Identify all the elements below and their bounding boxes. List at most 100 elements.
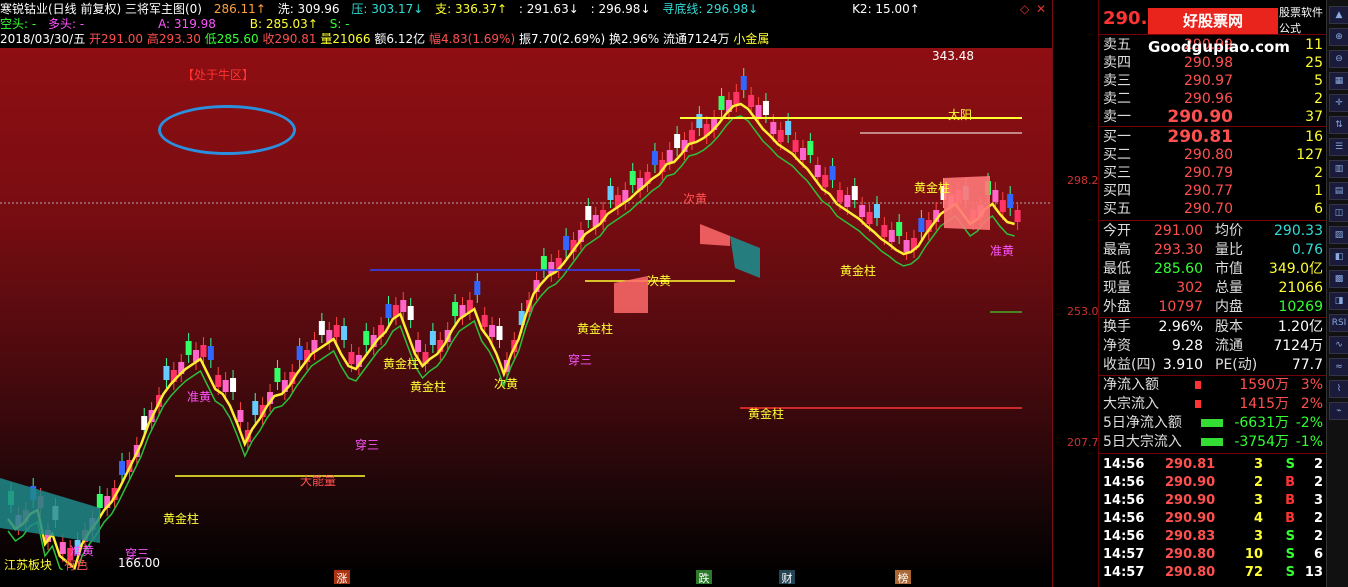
grid-icon[interactable]: ▦ — [1329, 72, 1348, 90]
cross-icon[interactable]: ✛ — [1329, 94, 1348, 112]
tick-count: 13 — [1304, 565, 1323, 580]
golden-column-label: 黄金柱 — [410, 380, 447, 394]
tick-row[interactable]: 14:57 290.80 72 S 13 — [1103, 564, 1323, 581]
high-value: 高293.30 — [146, 32, 201, 46]
zoom-in-icon[interactable]: ⊕ — [1329, 28, 1348, 46]
bid-row[interactable]: 买五 290.70 6 — [1103, 200, 1323, 218]
tick-row[interactable]: 14:56 290.90 2 B 2 — [1103, 474, 1323, 491]
tick-row[interactable]: 14:56 290.90 4 B 2 — [1103, 510, 1323, 527]
tick-time: 14:56 — [1103, 511, 1145, 526]
candle — [237, 410, 244, 422]
big-energy-label: 大能量 — [300, 474, 337, 488]
bid-row[interactable]: 买四 290.77 1 — [1103, 182, 1323, 200]
tick-row[interactable]: 14:56 290.81 3 S 2 — [1103, 456, 1323, 473]
volume-value: 量21066 — [320, 32, 371, 46]
ask-volume: 37 — [1305, 109, 1323, 125]
indicator4-icon[interactable]: ⌁ — [1329, 402, 1348, 420]
candle — [873, 204, 880, 218]
candle — [215, 375, 222, 387]
candle — [1007, 194, 1014, 208]
chart4-icon[interactable]: ▩ — [1329, 270, 1348, 288]
indicator-icon[interactable]: ∿ — [1329, 336, 1348, 354]
tick-side: S — [1285, 565, 1295, 580]
chart2-icon[interactable]: ▨ — [1329, 226, 1348, 244]
flow-label: 5日净流入额 — [1103, 415, 1182, 431]
kongtou-value: 空头: - — [0, 17, 37, 31]
table-icon[interactable]: ▤ — [1329, 182, 1348, 200]
stat-label: 现量 — [1103, 280, 1131, 296]
sector-board-label[interactable]: 江苏板块 — [4, 556, 52, 573]
tick-row[interactable]: 14:57 290.80 10 S 6 — [1103, 546, 1323, 563]
bid-label: 买一 — [1103, 129, 1131, 145]
chart5-icon[interactable]: ◨ — [1329, 292, 1348, 310]
stat-label: 量比 — [1215, 242, 1243, 258]
arrow-up-icon[interactable]: ▲ — [1329, 6, 1348, 24]
diamond-icon[interactable]: ◇ — [1020, 2, 1029, 16]
chart-icon[interactable]: ◫ — [1329, 204, 1348, 222]
tick-row[interactable]: 14:56 290.83 3 S 2 — [1103, 528, 1323, 545]
zoom-out-icon[interactable]: ⊖ — [1329, 50, 1348, 68]
close-chart-icon[interactable]: ✕ — [1036, 2, 1046, 16]
sort-icon[interactable]: ⇅ — [1329, 116, 1348, 134]
stat-value: 290.33 — [1274, 223, 1323, 239]
stat-label: 外盘 — [1103, 299, 1131, 315]
bid-label: 买五 — [1103, 201, 1131, 217]
ask-row[interactable]: 卖二 290.96 2 — [1103, 90, 1323, 108]
bid-row[interactable]: 买三 290.79 2 — [1103, 164, 1323, 182]
float-value: 流通7124万 — [662, 32, 730, 46]
candle — [851, 186, 858, 200]
tick-row[interactable]: 14:56 290.90 3 B 3 — [1103, 492, 1323, 509]
ask-row[interactable]: 卖一 290.90 37 — [1103, 108, 1323, 126]
bid-row[interactable]: 买二 290.80 127 — [1103, 146, 1323, 164]
nonferrous-label[interactable]: 有色 — [64, 556, 88, 573]
marker-fall[interactable]: 跌 — [696, 570, 712, 585]
tick-volume: 4 — [1253, 511, 1263, 526]
bid-label: 买三 — [1103, 165, 1131, 181]
bid-volume: 127 — [1296, 147, 1323, 163]
candle — [866, 212, 873, 224]
candle — [474, 281, 481, 295]
chart3-icon[interactable]: ◧ — [1329, 248, 1348, 266]
tick-time: 14:57 — [1103, 565, 1145, 580]
marker-list[interactable]: 榜 — [895, 570, 911, 585]
tick-time: 14:56 — [1103, 529, 1145, 544]
candle — [859, 205, 866, 217]
marker-finance[interactable]: 财 — [779, 570, 795, 585]
candle — [896, 222, 903, 236]
bid-label: 买四 — [1103, 183, 1131, 199]
candle — [903, 240, 910, 252]
ask-label: 卖四 — [1103, 55, 1131, 71]
stat-value: 9.28 — [1171, 338, 1203, 354]
stat-label: 最低 — [1103, 261, 1131, 277]
s-value: S: - — [329, 17, 350, 31]
teal-band-2 — [0, 478, 100, 543]
indicator2-icon[interactable]: ≈ — [1329, 358, 1348, 376]
ask-volume: 25 — [1305, 55, 1323, 71]
bid-row[interactable]: 买一 290.81 16 — [1103, 128, 1323, 146]
marker-rise[interactable]: 涨 — [334, 570, 350, 585]
ask-price: 290.96 — [1184, 91, 1233, 107]
bar-icon[interactable]: ▥ — [1329, 160, 1348, 178]
stat-value: 293.30 — [1154, 242, 1203, 258]
candle — [792, 140, 799, 152]
stat-value: 285.60 — [1154, 261, 1203, 277]
stat-value: 302 — [1176, 280, 1203, 296]
stat-label: 换手 — [1103, 319, 1131, 335]
ask-row[interactable]: 卖三 290.97 5 — [1103, 72, 1323, 90]
stat-label: 市值 — [1215, 261, 1243, 277]
flow-bar — [1195, 400, 1201, 408]
stat-value: 1.20亿 — [1277, 319, 1323, 335]
quote-panel: 290.8 股票软件公式 卖五290.9911卖四290.9825卖三290.9… — [1098, 0, 1327, 587]
low-value: 低285.60 — [204, 32, 259, 46]
indicator3-icon[interactable]: ⌇ — [1329, 380, 1348, 398]
flow-label: 5日大宗流入 — [1103, 434, 1182, 450]
kline-chart[interactable]: 【处于牛区】 343.48 166.00 黄金柱 黄金柱 黄金柱 黄金柱 黄金柱… — [0, 48, 1052, 580]
tick-count: 2 — [1313, 475, 1323, 490]
candle — [999, 200, 1006, 212]
stat-label: 收益(四) — [1103, 357, 1156, 373]
b-value: B: 285.03↑ — [249, 17, 318, 31]
rsi-icon[interactable]: RSI — [1329, 314, 1348, 332]
stat-value: 291.00 — [1154, 223, 1203, 239]
list-icon[interactable]: ☰ — [1329, 138, 1348, 156]
candle — [489, 325, 496, 337]
